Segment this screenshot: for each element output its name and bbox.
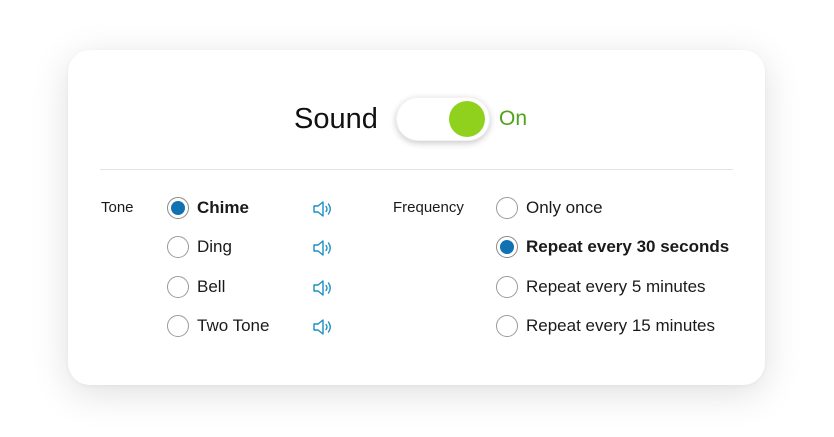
speaker-icon[interactable]	[312, 199, 334, 219]
sound-title: Sound	[294, 103, 378, 135]
frequency-option-5m[interactable]: Repeat every 5 minutes	[496, 273, 706, 301]
tone-option-two-tone[interactable]: Two Tone	[167, 312, 269, 340]
tone-option-label: Ding	[197, 237, 232, 256]
frequency-option-once[interactable]: Only once	[496, 194, 603, 222]
speaker-icon[interactable]	[312, 238, 334, 258]
tone-option-ding[interactable]: Ding	[167, 233, 232, 261]
frequency-option-label: Repeat every 15 minutes	[526, 316, 715, 335]
tone-option-label: Chime	[197, 198, 249, 217]
tone-radio-ding[interactable]	[167, 236, 189, 258]
frequency-option-label: Only once	[526, 198, 603, 217]
frequency-option-15m[interactable]: Repeat every 15 minutes	[496, 312, 715, 340]
sound-settings-card: Sound On Tone Chime Ding Bell Two Tone F…	[68, 50, 765, 385]
frequency-radio-15m[interactable]	[496, 315, 518, 337]
divider	[100, 169, 733, 170]
frequency-option-label: Repeat every 5 minutes	[526, 277, 706, 296]
tone-radio-bell[interactable]	[167, 276, 189, 298]
tone-radio-chime[interactable]	[167, 197, 189, 219]
frequency-label: Frequency	[393, 199, 464, 216]
tone-radio-two-tone[interactable]	[167, 315, 189, 337]
sound-state-label: On	[499, 107, 528, 130]
sound-header: Sound On	[68, 94, 765, 144]
frequency-option-label: Repeat every 30 seconds	[526, 237, 730, 256]
tone-option-chime[interactable]: Chime	[167, 194, 249, 222]
frequency-radio-30s[interactable]	[496, 236, 518, 258]
frequency-option-30s[interactable]: Repeat every 30 seconds	[496, 233, 729, 261]
speaker-icon[interactable]	[312, 317, 334, 337]
tone-option-label: Two Tone	[197, 316, 270, 335]
tone-label: Tone	[101, 199, 134, 216]
speaker-icon[interactable]	[312, 278, 334, 298]
toggle-knob	[449, 101, 485, 137]
tone-option-label: Bell	[197, 277, 226, 296]
frequency-radio-once[interactable]	[496, 197, 518, 219]
sound-toggle[interactable]	[396, 97, 490, 141]
frequency-radio-5m[interactable]	[496, 276, 518, 298]
tone-option-bell[interactable]: Bell	[167, 273, 225, 301]
